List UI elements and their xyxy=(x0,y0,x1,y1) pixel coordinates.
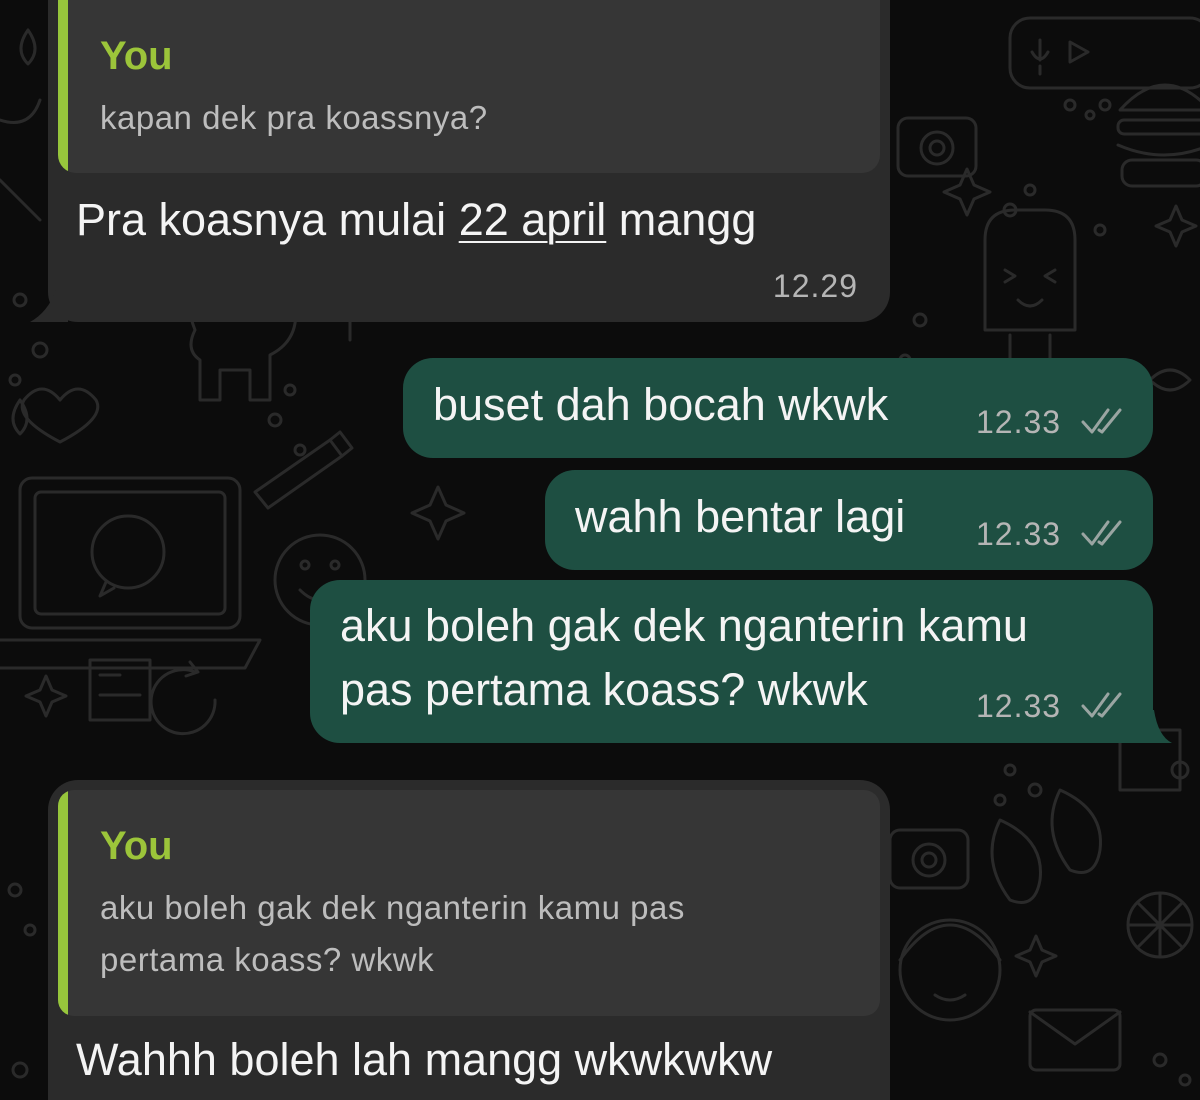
chat-view[interactable]: You kapan dek pra koassnya? Pra koasnya … xyxy=(0,0,1200,1100)
message-time: 12.33 xyxy=(976,688,1062,724)
incoming-message[interactable]: You kapan dek pra koassnya? Pra koasnya … xyxy=(48,0,890,322)
reply-accent-bar xyxy=(58,790,68,1016)
message-text: buset dah bocah wkwk xyxy=(433,379,889,430)
reply-quote[interactable]: You kapan dek pra koassnya? xyxy=(58,0,880,173)
message-text-end: mangg xyxy=(606,194,757,245)
reply-text-line-1: aku boleh gak dek nganterin kamu pas xyxy=(100,889,685,926)
outgoing-message[interactable]: aku boleh gak dek nganterin kamu pas per… xyxy=(310,580,1153,743)
bubble-tail xyxy=(30,290,68,322)
double-check-icon xyxy=(1081,520,1122,546)
reply-accent-bar xyxy=(58,0,68,173)
message-time: 12.33 xyxy=(976,516,1062,552)
reply-text-line-2: pertama koass? wkwk xyxy=(100,941,435,978)
date-link[interactable]: 22 april xyxy=(459,194,607,245)
reply-author: You xyxy=(100,824,173,868)
message-text-line-2: pas pertama koass? wkwk xyxy=(340,664,868,715)
message-text-line-1: aku boleh gak dek nganterin kamu xyxy=(340,600,1028,651)
reply-quote[interactable]: You aku boleh gak dek nganterin kamu pas… xyxy=(58,790,880,1016)
outgoing-message[interactable]: wahh bentar lagi 12.33 xyxy=(545,470,1153,570)
outgoing-message[interactable]: buset dah bocah wkwk 12.33 xyxy=(403,358,1153,458)
double-check-icon xyxy=(1081,692,1122,718)
incoming-message[interactable]: You aku boleh gak dek nganterin kamu pas… xyxy=(48,780,890,1100)
message-time: 12.29 xyxy=(772,268,858,304)
bubble-tail xyxy=(1150,710,1172,743)
reply-text: kapan dek pra koassnya? xyxy=(100,99,488,136)
message-text: Wahhh boleh lah mangg wkwkwkw xyxy=(76,1034,773,1085)
message-text: wahh bentar lagi xyxy=(575,491,906,542)
reply-author: You xyxy=(100,34,173,78)
message-text-start: Pra koasnya mulai xyxy=(76,194,459,245)
double-check-icon xyxy=(1081,408,1122,434)
message-text: Pra koasnya mulai 22 april mangg xyxy=(76,188,756,252)
message-time: 12.33 xyxy=(976,404,1062,440)
